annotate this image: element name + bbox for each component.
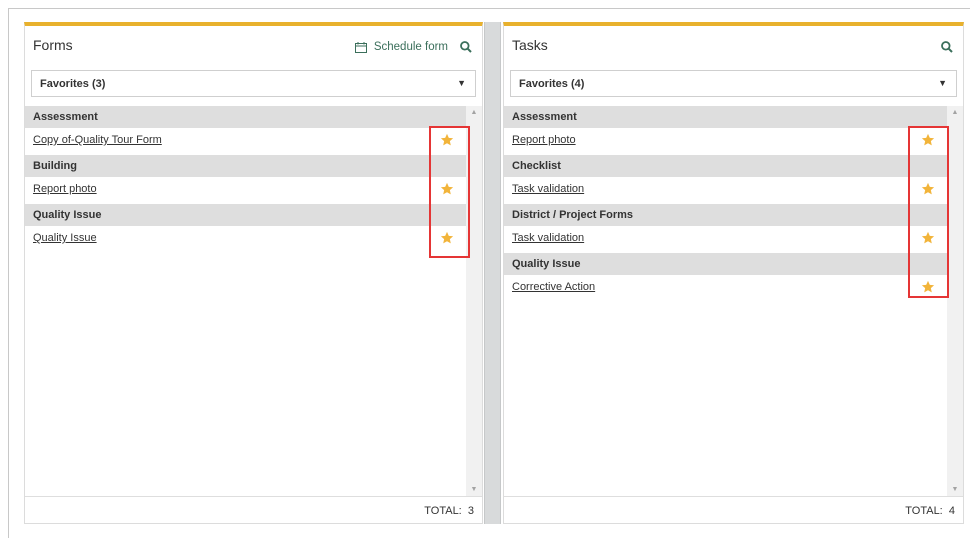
forms-dropdown-value: Favorites (3) (40, 78, 106, 90)
form-link[interactable]: Copy of-Quality Tour Form (33, 134, 162, 146)
chevron-down-icon: ▼ (457, 78, 466, 88)
tasks-group-header: Assessment (504, 106, 947, 128)
forms-header: Forms Schedule form (25, 26, 482, 68)
scroll-down-icon[interactable]: ▼ (466, 483, 482, 497)
search-icon[interactable] (459, 40, 473, 54)
forms-list: Assessment Copy of-Quality Tour Form Bui… (25, 106, 482, 497)
tasks-scrollbar[interactable]: ▲ ▼ (947, 106, 963, 497)
tasks-footer: TOTAL: 4 (504, 496, 963, 523)
forms-favorites-dropdown[interactable]: Favorites (3) ▼ (31, 70, 476, 97)
tasks-group-header: Quality Issue (504, 253, 947, 275)
forms-list-item: Copy of-Quality Tour Form (25, 128, 466, 155)
tasks-total-label: TOTAL: (905, 505, 943, 517)
tasks-dropdown-value: Favorites (4) (519, 78, 585, 90)
task-link[interactable]: Corrective Action (512, 281, 595, 293)
forms-list-item: Quality Issue (25, 226, 466, 253)
schedule-form-label: Schedule form (373, 41, 448, 53)
form-link[interactable]: Quality Issue (33, 232, 97, 244)
task-link[interactable]: Task validation (512, 232, 584, 244)
task-link[interactable]: Report photo (512, 134, 576, 146)
forms-list-item: Report photo (25, 177, 466, 204)
forms-list-content: Assessment Copy of-Quality Tour Form Bui… (25, 106, 466, 497)
tasks-favorites-dropdown[interactable]: Favorites (4) ▼ (510, 70, 957, 97)
tasks-list-content: Assessment Report photo Checklist Task v… (504, 106, 947, 497)
tasks-panel: Tasks Favorites (4) ▼ Assessment Report … (503, 22, 964, 524)
form-link[interactable]: Report photo (33, 183, 97, 195)
tasks-list-item: Corrective Action (504, 275, 947, 302)
forms-panel: Forms Schedule form Favorites (3) ▼ Asse… (24, 22, 483, 524)
tasks-list: Assessment Report photo Checklist Task v… (504, 106, 963, 497)
tasks-stars-highlight (908, 126, 949, 298)
tasks-group-header: District / Project Forms (504, 204, 947, 226)
scroll-up-icon[interactable]: ▲ (466, 106, 482, 120)
forms-stars-highlight (429, 126, 470, 258)
tasks-list-item: Task validation (504, 226, 947, 253)
forms-total-label: TOTAL: (424, 505, 462, 517)
forms-group-header: Assessment (25, 106, 466, 128)
tasks-header: Tasks (504, 26, 963, 68)
tasks-total: TOTAL: 4 (905, 505, 955, 517)
scroll-down-icon[interactable]: ▼ (947, 483, 963, 497)
tasks-group-header: Checklist (504, 155, 947, 177)
panel-splitter[interactable] (484, 22, 501, 524)
tasks-title: Tasks (512, 37, 548, 53)
chevron-down-icon: ▼ (938, 78, 947, 88)
tasks-list-item: Report photo (504, 128, 947, 155)
task-link[interactable]: Task validation (512, 183, 584, 195)
forms-title: Forms (33, 37, 73, 53)
tasks-total-value: 4 (948, 505, 955, 517)
forms-group-header: Building (25, 155, 466, 177)
forms-total-value: 3 (467, 505, 474, 517)
calendar-icon (354, 41, 367, 53)
search-icon[interactable] (940, 40, 954, 54)
forms-group-header: Quality Issue (25, 204, 466, 226)
forms-footer: TOTAL: 3 (25, 496, 482, 523)
forms-total: TOTAL: 3 (424, 505, 474, 517)
scroll-up-icon[interactable]: ▲ (947, 106, 963, 120)
tasks-list-item: Task validation (504, 177, 947, 204)
schedule-form-button[interactable]: Schedule form (354, 38, 448, 56)
